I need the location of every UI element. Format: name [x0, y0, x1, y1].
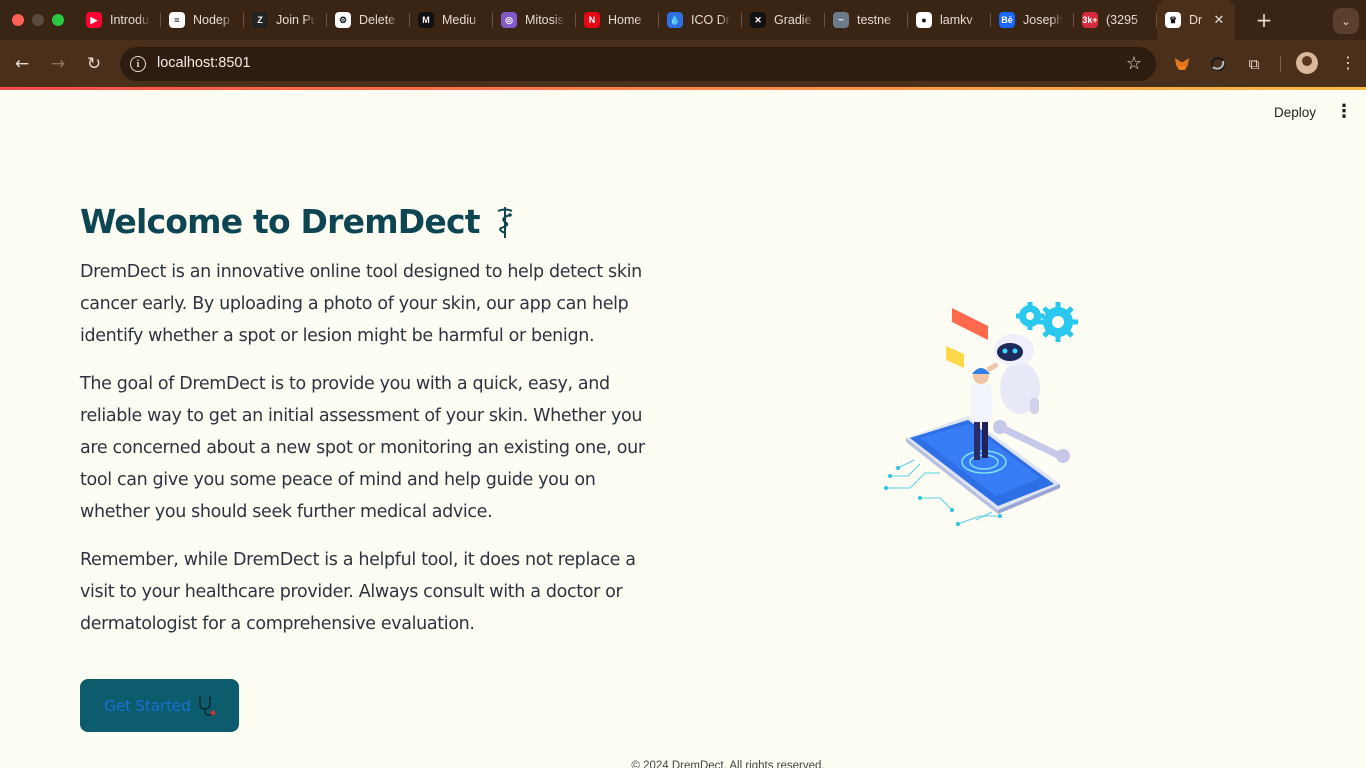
drop-icon: 💧: [667, 12, 683, 28]
extensions-puzzle-icon[interactable]: ⧉: [1243, 53, 1265, 75]
browser-tab-label: Dr: [1189, 13, 1203, 27]
reload-button[interactable]: ↻: [82, 52, 106, 76]
browser-tab-label: Home: [608, 13, 642, 27]
wave-icon: ~: [833, 12, 849, 28]
browser-tab-label: Delete: [359, 13, 396, 27]
footer-text: © 2024 DremDect. All rights reserved.: [631, 760, 825, 768]
browser-tab-label: ICO Dr: [691, 13, 730, 27]
browser-chrome: ▶ Introdu ≈ Nodep Z Join Pu ⚙ Delete M Mediu ◎ Mito…: [0, 0, 1366, 90]
metamask-extension-icon[interactable]: [1171, 53, 1193, 75]
close-window-button[interactable]: [12, 14, 24, 26]
mitosis-icon: ◎: [501, 12, 517, 28]
toolbar-divider: [1280, 56, 1281, 72]
browser-tab[interactable]: ♛ Dr ✕: [1157, 0, 1235, 40]
forward-button[interactable]: →: [46, 52, 70, 76]
chart-icon: ≈: [169, 12, 185, 28]
browser-tab-label: Mediu: [442, 13, 477, 27]
medium-icon: M: [418, 12, 434, 28]
get-started-button[interactable]: Get Started: [80, 679, 239, 732]
page-title-text: Welcome to DremDect: [80, 202, 480, 241]
intro-paragraph: DremDect is an innovative online tool de…: [80, 262, 642, 346]
goal-paragraph: The goal of DremDect is to provide you w…: [80, 374, 645, 522]
browser-tab[interactable]: Z Join Pu: [244, 0, 327, 40]
back-button[interactable]: ←: [10, 52, 34, 76]
browser-tab-label: Mitosis: [525, 13, 564, 27]
ai-diagnosis-illustration: [884, 302, 1078, 526]
caduceus-icon: [497, 207, 513, 238]
browser-tab[interactable]: 💧 ICO Dr: [659, 0, 742, 40]
bookmark-star-icon[interactable]: ☆: [1126, 53, 1142, 74]
profile-avatar[interactable]: [1296, 52, 1318, 74]
browser-tab-label: Join Pu: [276, 13, 316, 27]
tab-list: ▶ Introdu ≈ Nodep Z Join Pu ⚙ Delete M Mediu ◎ Mito…: [78, 0, 1235, 40]
browser-tab[interactable]: ● lamkv: [908, 0, 991, 40]
browser-tab-label: Joseph: [1023, 13, 1063, 27]
page-title: Welcome to DremDect: [80, 198, 670, 246]
minimize-window-button[interactable]: [32, 14, 44, 26]
browser-tab[interactable]: Bē Joseph: [991, 0, 1074, 40]
close-tab-icon[interactable]: ✕: [1211, 12, 1227, 28]
new-tab-button[interactable]: +: [1254, 10, 1274, 30]
youtube-icon: ▶: [86, 12, 102, 28]
browser-tab-label: Gradie: [774, 13, 812, 27]
site-info-icon[interactable]: i: [130, 56, 146, 72]
browser-tab[interactable]: ✕ Gradie: [742, 0, 825, 40]
browser-toolbar: ← → ↻ i localhost:8501 ☆ ⧉: [0, 40, 1366, 88]
browser-tab[interactable]: ≈ Nodep: [161, 0, 244, 40]
browser-tab[interactable]: ◎ Mitosis: [493, 0, 576, 40]
browser-tab[interactable]: 3k+ (3295: [1074, 0, 1157, 40]
tab-search-button[interactable]: ⌄: [1333, 8, 1359, 34]
browser-menu-icon[interactable]: ⋮: [1338, 52, 1358, 74]
browser-tab-label: lamkv: [940, 13, 973, 27]
main-content: Welcome to DremDect DremDect is an innov…: [80, 198, 670, 640]
deploy-button[interactable]: Deploy: [1266, 102, 1324, 124]
zoom-icon: Z: [252, 12, 268, 28]
browser-tab-label: Nodep: [193, 13, 230, 27]
netflix-icon: N: [584, 12, 600, 28]
behance-icon: Bē: [999, 12, 1015, 28]
tab-strip: ▶ Introdu ≈ Nodep Z Join Pu ⚙ Delete M Mediu ◎ Mito…: [0, 0, 1366, 40]
browser-tab[interactable]: M Mediu: [410, 0, 493, 40]
url-text[interactable]: localhost:8501: [157, 55, 251, 71]
disclaimer-paragraph: Remember, while DremDect is a helpful to…: [80, 550, 636, 634]
browser-tab-label: testne: [857, 13, 892, 27]
extension-icon[interactable]: [1207, 53, 1229, 75]
github-icon: ●: [916, 12, 932, 28]
app-header-accent: [0, 87, 1366, 90]
browser-tab-label: (3295: [1106, 13, 1138, 27]
browser-tab[interactable]: ▶ Introdu: [78, 0, 161, 40]
get-started-label: Get Started: [104, 696, 191, 715]
browser-tab-label: Introdu: [110, 13, 149, 27]
app-menu-icon[interactable]: ⋮: [1334, 100, 1354, 124]
gradient-icon: ✕: [750, 12, 766, 28]
badge-icon: 3k+: [1082, 12, 1098, 28]
maximize-window-button[interactable]: [52, 14, 64, 26]
browser-tab[interactable]: N Home: [576, 0, 659, 40]
browser-tab[interactable]: ~ testne: [825, 0, 908, 40]
address-bar[interactable]: i localhost:8501 ☆: [120, 47, 1156, 81]
stethoscope-icon: [198, 696, 215, 716]
crown-icon: ♛: [1165, 12, 1181, 28]
openai-icon: ⚙: [335, 12, 351, 28]
browser-tab[interactable]: ⚙ Delete: [327, 0, 410, 40]
